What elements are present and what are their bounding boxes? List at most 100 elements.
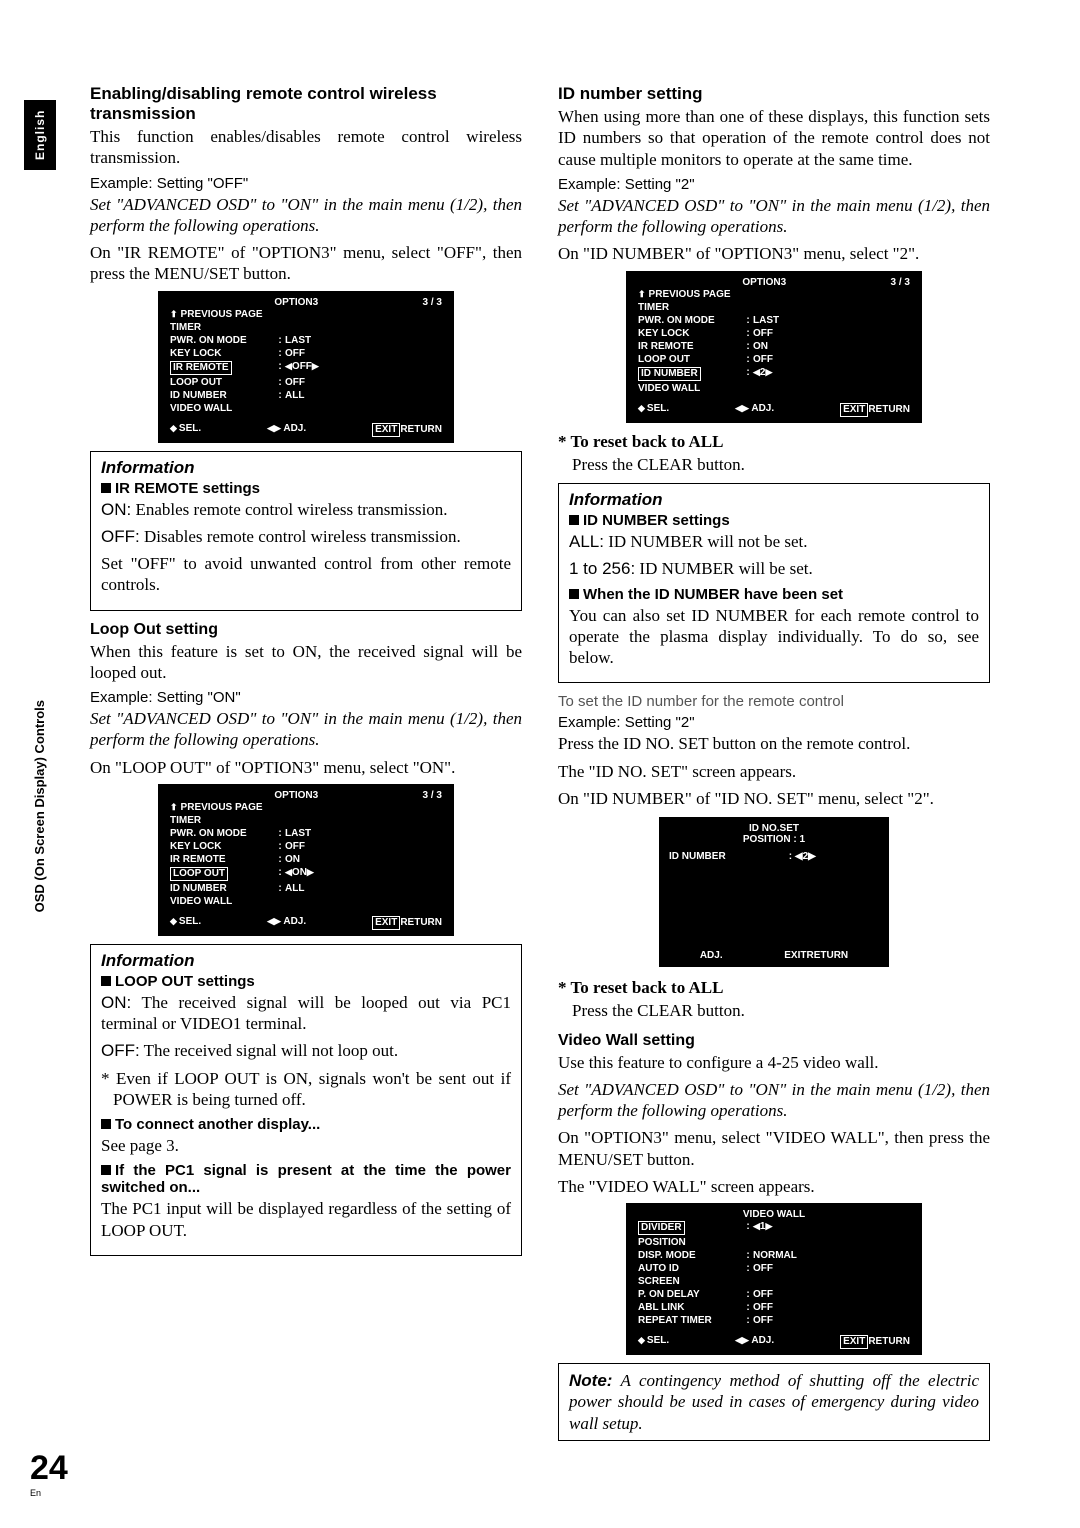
osd-row: TIMER — [166, 814, 446, 827]
square-icon — [569, 515, 579, 525]
osd-row: PWR. ON MODE:LAST — [166, 827, 446, 840]
leftright-icon — [267, 423, 281, 434]
osd-return: RETURN — [868, 1336, 910, 1347]
right-column: ID number setting When using more than o… — [558, 80, 990, 1449]
text: You can also set ID NUMBER for each remo… — [569, 605, 979, 669]
osd-row-label: REPEAT TIMER — [638, 1315, 743, 1326]
osd-sel: SEL. — [647, 1335, 669, 1346]
osd-row-value: OFF — [753, 1289, 910, 1300]
text: OFF: Disables remote control wireless tr… — [101, 526, 511, 547]
info-sub: When the ID NUMBER have been set — [569, 586, 979, 603]
info-sub: LOOP OUT settings — [101, 973, 511, 990]
text: On "ID NUMBER" of "OPTION3" menu, select… — [558, 243, 990, 264]
osd-row-label: ID NUMBER — [170, 883, 275, 894]
osd-row-label: DISP. MODE — [638, 1250, 743, 1261]
osd-videowall: VIDEO WALL DIVIDER:1POSITIONDISP. MODE:N… — [626, 1203, 922, 1355]
osd-page: 3 / 3 — [891, 277, 910, 288]
text: When this feature is set to ON, the rece… — [90, 641, 522, 684]
updown-icon — [170, 916, 179, 927]
osd-adj: ADJ. — [751, 403, 774, 414]
text: ALL: ID NUMBER will not be set. — [569, 531, 979, 552]
instruction: Set "ADVANCED OSD" to "ON" in the main m… — [90, 708, 522, 751]
osd-return: RETURN — [806, 950, 848, 961]
osd-row-value: ON — [285, 854, 442, 865]
side-tab-english: English — [24, 100, 56, 170]
leftright-icon — [267, 916, 281, 927]
osd-row-value — [753, 1237, 910, 1248]
square-icon — [101, 483, 111, 493]
osd-option3-loopout: OPTION33 / 3 PREVIOUS PAGE TIMERPWR. ON … — [158, 784, 454, 936]
osd-row: TIMER — [166, 321, 446, 334]
osd-row-value: ALL — [285, 390, 442, 401]
text: OFF: The received signal will not loop o… — [101, 1040, 511, 1061]
osd-row-value: OFF — [753, 1302, 910, 1313]
text: 1 to 256: ID NUMBER will be set. — [569, 558, 979, 579]
info-loopout: Information LOOP OUT settings ON: The re… — [90, 944, 522, 1256]
text: On "ID NUMBER" of "ID NO. SET" menu, sel… — [558, 788, 990, 809]
osd-return: RETURN — [868, 404, 910, 415]
heading-videowall: Video Wall setting — [558, 1032, 990, 1050]
text: On "LOOP OUT" of "OPTION3" menu, select … — [90, 757, 522, 778]
info-sub: ID NUMBER settings — [569, 512, 979, 529]
osd-row-label: IR REMOTE — [638, 341, 743, 352]
osd-row-label: ID NUMBER — [170, 390, 275, 401]
osd-row-label: VIDEO WALL — [638, 383, 743, 394]
osd-row: LOOP OUT:ON — [166, 866, 446, 882]
osd-row-value — [285, 896, 442, 907]
left-column: Enabling/disabling remote control wirele… — [90, 80, 522, 1449]
osd-row: VIDEO WALL — [166, 895, 446, 908]
text: This function enables/disables remote co… — [90, 126, 522, 169]
text: The PC1 input will be displayed regardle… — [101, 1198, 511, 1241]
osd-row: P. ON DELAY:OFF — [634, 1288, 914, 1301]
updown-icon — [638, 1335, 647, 1346]
osd-row: VIDEO WALL — [166, 402, 446, 415]
osd-idnoset: ID NO.SET POSITION : 1 ID NUMBER : ◀2▶ A… — [659, 817, 889, 967]
osd-page: 3 / 3 — [423, 790, 442, 801]
osd-row-value: OFF — [285, 841, 442, 852]
square-icon — [101, 1165, 111, 1175]
osd-exit: EXIT — [840, 403, 868, 417]
osd-row-label: SCREEN — [638, 1276, 743, 1287]
osd-row-value: NORMAL — [753, 1250, 910, 1261]
up-arrow-icon — [170, 309, 181, 320]
osd-row-label: TIMER — [170, 815, 275, 826]
side-label-osd: OSD (On Screen Display) Controls — [32, 700, 47, 912]
osd-prev-page: PREVIOUS PAGE — [181, 802, 263, 813]
instruction: Set "ADVANCED OSD" to "ON" in the main m… — [90, 194, 522, 237]
text: When using more than one of these displa… — [558, 106, 990, 170]
text: The "ID NO. SET" screen appears. — [558, 761, 990, 782]
osd-row-label: ID NUMBER — [638, 367, 743, 381]
square-icon — [101, 976, 111, 986]
example-label: Example: Setting "2" — [558, 714, 990, 731]
osd-row-value: OFF — [753, 354, 910, 365]
square-icon — [101, 1119, 111, 1129]
instruction: Set "ADVANCED OSD" to "ON" in the main m… — [558, 1079, 990, 1122]
heading-loopout: Loop Out setting — [90, 621, 522, 639]
osd-return: RETURN — [400, 424, 442, 435]
leftright-icon — [735, 403, 749, 414]
osd-title: ID NO.SET — [669, 823, 879, 834]
osd-row: AUTO ID:OFF — [634, 1262, 914, 1275]
osd-row-label: IR REMOTE — [170, 361, 275, 375]
info-title: Information — [101, 458, 511, 478]
info-title: Information — [569, 490, 979, 510]
osd-exit: EXIT — [372, 423, 400, 437]
text: On "IR REMOTE" of "OPTION3" menu, select… — [90, 242, 522, 285]
osd-exit: EXIT — [372, 916, 400, 930]
osd-row: TIMER — [634, 301, 914, 314]
osd-title: OPTION3 — [170, 790, 423, 801]
text: See page 3. — [101, 1135, 511, 1156]
osd-row: IR REMOTE:OFF — [166, 360, 446, 376]
osd-row-label: KEY LOCK — [638, 328, 743, 339]
text: ON: Enables remote control wireless tran… — [101, 499, 511, 520]
osd-row: SCREEN — [634, 1275, 914, 1288]
up-arrow-icon — [170, 802, 181, 813]
osd-row: PWR. ON MODE:LAST — [166, 334, 446, 347]
osd-row-label: TIMER — [170, 322, 275, 333]
text: ON: The received signal will be looped o… — [101, 992, 511, 1035]
osd-row-label: DIVIDER — [638, 1221, 743, 1235]
osd-exit: EXIT — [784, 950, 806, 961]
osd-sel: SEL. — [179, 916, 201, 927]
osd-title: VIDEO WALL — [638, 1209, 910, 1220]
osd-exit: EXIT — [840, 1335, 868, 1349]
